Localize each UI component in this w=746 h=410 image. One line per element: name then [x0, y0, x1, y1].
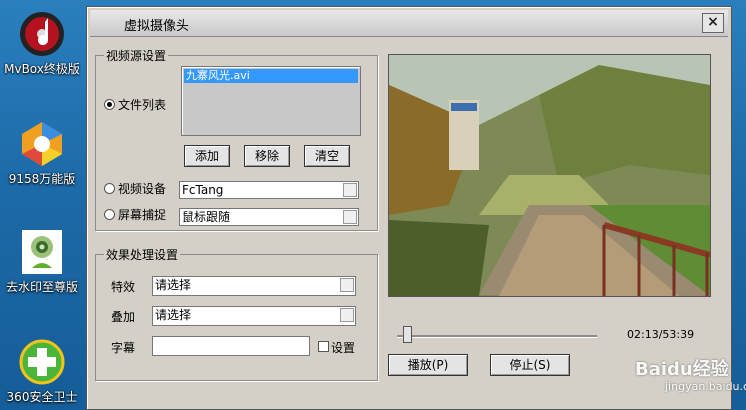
- mvbox-icon: [18, 10, 66, 58]
- virtual-camera-dialog: 虚拟摄像头 × 视频源设置 文件列表 九寨风光.avi 添加 移除 清空 视频设…: [86, 6, 746, 410]
- effect-select[interactable]: 请选择: [152, 276, 356, 296]
- screen-capture-label: 屏幕捕捉: [118, 208, 167, 222]
- add-button[interactable]: 添加: [184, 145, 230, 167]
- desktop-icon-watermark-remover[interactable]: 去水印至尊版: [0, 228, 84, 295]
- subtitle-settings-label: 设置: [331, 341, 356, 355]
- file-list-label: 文件列表: [118, 98, 167, 112]
- 360-shield-icon: [18, 338, 66, 386]
- stop-button[interactable]: 停止(S): [490, 354, 570, 376]
- overlay-select[interactable]: 请选择: [152, 306, 356, 326]
- radio-indicator: [104, 99, 115, 110]
- desktop-icon-mvbox[interactable]: MvBox终极版: [0, 10, 84, 77]
- playback-time: 02:13/53:39: [627, 328, 695, 341]
- desktop-icon-label: 去水印至尊版: [5, 280, 78, 294]
- remove-button[interactable]: 移除: [244, 145, 290, 167]
- baidu-watermark: Baidu经验: [635, 359, 729, 380]
- desktop-icon-360[interactable]: 360安全卫士: [0, 338, 84, 405]
- radio-indicator: [104, 209, 115, 220]
- subtitle-label: 字幕: [111, 341, 136, 355]
- play-button[interactable]: 播放(P): [388, 354, 468, 376]
- screen-capture-value: 鼠标跟随: [182, 210, 231, 224]
- effects-group-label: 效果处理设置: [104, 246, 181, 263]
- clear-button[interactable]: 清空: [304, 145, 350, 167]
- radio-indicator: [104, 183, 115, 194]
- dropdown-arrow-icon[interactable]: [343, 183, 357, 197]
- video-preview: [388, 54, 711, 297]
- desktop-icon-9158[interactable]: 9158万能版: [0, 120, 84, 187]
- file-list-radio[interactable]: 文件列表: [104, 96, 166, 113]
- video-device-label: 视频设备: [118, 182, 167, 196]
- subtitle-input[interactable]: [152, 336, 310, 356]
- screen-capture-radio[interactable]: 屏幕捕捉: [104, 206, 166, 223]
- baidu-watermark-url: jingyan.baidu.com: [665, 380, 746, 393]
- video-source-group: 视频源设置 文件列表 九寨风光.avi 添加 移除 清空 视频设备 FcTang…: [95, 47, 378, 231]
- video-device-radio[interactable]: 视频设备: [104, 180, 166, 197]
- dropdown-arrow-icon[interactable]: [340, 308, 354, 322]
- 9158-icon: [18, 120, 66, 168]
- webcam-icon: [18, 228, 66, 276]
- dropdown-arrow-icon[interactable]: [340, 278, 354, 292]
- effect-value: 请选择: [155, 278, 192, 292]
- list-item[interactable]: 九寨风光.avi: [184, 69, 358, 83]
- subtitle-settings-checkbox[interactable]: [318, 341, 329, 352]
- dropdown-arrow-icon[interactable]: [343, 210, 357, 224]
- overlay-value: 请选择: [155, 308, 192, 322]
- file-listbox[interactable]: 九寨风光.avi: [181, 66, 361, 136]
- title-bar[interactable]: 虚拟摄像头 ×: [90, 10, 728, 37]
- overlay-label: 叠加: [111, 310, 136, 324]
- screen-capture-select[interactable]: 鼠标跟随: [179, 208, 359, 226]
- progress-slider-track[interactable]: [397, 335, 597, 338]
- video-device-value: FcTang: [182, 183, 224, 197]
- desktop-icon-label: MvBox终极版: [4, 62, 80, 76]
- video-device-select[interactable]: FcTang: [179, 181, 359, 199]
- video-frame-image: [389, 55, 710, 296]
- desktop-icon-label: 9158万能版: [8, 172, 76, 186]
- effect-label: 特效: [111, 280, 136, 294]
- effects-group: 效果处理设置 特效 请选择 叠加 请选择 字幕 设置: [95, 246, 378, 381]
- video-source-group-label: 视频源设置: [104, 47, 169, 64]
- window-title: 虚拟摄像头: [124, 19, 190, 34]
- desktop-icon-label: 360安全卫士: [6, 390, 78, 404]
- progress-slider-thumb[interactable]: [403, 326, 412, 343]
- close-button[interactable]: ×: [702, 13, 724, 33]
